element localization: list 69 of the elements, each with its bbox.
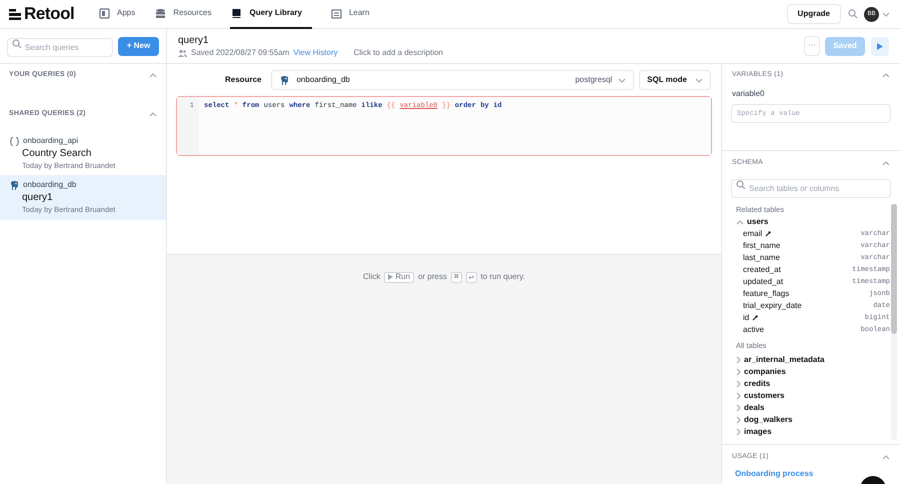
- play-icon: [388, 274, 394, 280]
- table-tree-item[interactable]: users: [736, 216, 890, 228]
- query-name: Country Search: [21, 147, 92, 160]
- search-icon: [848, 9, 858, 19]
- enter-key: ↵: [466, 272, 477, 282]
- resource-select[interactable]: onboarding_db postgresql: [271, 70, 634, 90]
- column-name: last_name: [743, 252, 780, 264]
- caret-down-icon: [882, 12, 890, 16]
- description-field[interactable]: Click to add a description: [354, 46, 444, 58]
- elephant-icon: [9, 180, 20, 191]
- hint-text: to run query.: [480, 271, 525, 283]
- scrollbar-thumb[interactable]: [891, 204, 897, 334]
- play-icon: [877, 42, 883, 50]
- caret-down-icon: [618, 78, 626, 82]
- table-tree-item[interactable]: dog_walkers: [736, 414, 890, 426]
- search-field[interactable]: Search queries: [7, 38, 113, 57]
- search-icon: [736, 180, 746, 190]
- users-icon: [178, 48, 187, 56]
- caret-up-icon: [149, 112, 157, 116]
- caret-up-icon: [149, 72, 157, 78]
- caret-up-icon: [882, 160, 890, 166]
- column-name: first_name: [743, 240, 780, 252]
- resource-label: Resource: [225, 74, 262, 86]
- table-tree-item[interactable]: customers: [736, 390, 890, 402]
- caret-down-icon: [695, 78, 703, 82]
- table-tree-item[interactable]: credits: [736, 378, 890, 390]
- brand-name: Retool: [24, 3, 74, 26]
- run-button[interactable]: [871, 36, 889, 56]
- elephant-icon: [279, 74, 290, 86]
- book-icon: [231, 8, 242, 18]
- caret-up-icon: [882, 454, 890, 460]
- column-name: trial_expiry_date: [743, 300, 802, 312]
- query-title: query1: [178, 34, 210, 46]
- search-icon: [12, 39, 22, 49]
- schema-search-field[interactable]: Search tables or columns: [731, 179, 891, 198]
- mode-select[interactable]: SQL mode: [639, 70, 711, 90]
- logo-icon: [9, 8, 21, 20]
- upgrade-button[interactable]: Upgrade: [786, 4, 841, 24]
- column-name: email: [743, 228, 762, 240]
- column-name: created_at: [743, 264, 781, 276]
- document-icon: [330, 8, 342, 18]
- column-name: id: [743, 312, 750, 324]
- query-name: query1: [21, 191, 54, 204]
- resource-name: onboarding_db: [23, 179, 76, 192]
- command-key: ⌘: [450, 272, 462, 282]
- chevron-down-icon: [736, 220, 744, 224]
- column-name: active: [743, 324, 764, 336]
- table-tree-item[interactable]: deals: [736, 402, 890, 414]
- nav-tab[interactable]: Resources: [154, 0, 212, 28]
- braces-icon: [9, 136, 20, 146]
- caret-up-icon: [882, 72, 890, 78]
- table-tree-item[interactable]: ar_internal_metadata: [736, 354, 890, 366]
- resource-name: onboarding_api: [23, 135, 78, 147]
- column-name: feature_flags: [743, 288, 790, 300]
- database-icon: [155, 8, 166, 18]
- run-key: Run: [384, 272, 414, 282]
- nav-tab[interactable]: Query Library: [230, 0, 312, 28]
- history-link[interactable]: View History: [293, 46, 338, 58]
- nav-tab[interactable]: Learn: [330, 0, 370, 28]
- resource-type: postgresql: [575, 74, 612, 86]
- nav-tab[interactable]: Apps: [98, 0, 136, 28]
- hint-text: or press: [418, 271, 447, 283]
- hint-text: Click: [363, 271, 380, 283]
- window-icon: [99, 8, 110, 18]
- variable-name: variable0: [731, 88, 766, 100]
- table-tree-item[interactable]: companies: [736, 366, 890, 378]
- saved-timestamp: Saved 2022/08/27 09:55am: [191, 46, 290, 58]
- column-name: updated_at: [743, 276, 784, 288]
- table-tree-item[interactable]: images: [736, 426, 890, 438]
